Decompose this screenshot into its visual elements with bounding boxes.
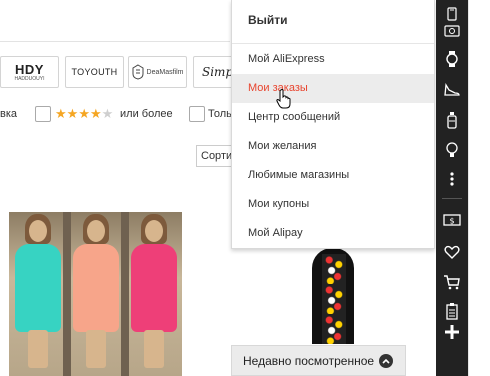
brand-toyouth-logo: TOYOUTH bbox=[71, 67, 118, 77]
crest-icon bbox=[132, 64, 144, 80]
bottle-icon[interactable] bbox=[436, 106, 468, 134]
account-menu-list: Мой AliExpress Мои заказы Центр сообщени… bbox=[232, 44, 434, 248]
menu-item-message-center[interactable]: Центр сообщений bbox=[232, 103, 434, 132]
brand-row: HDY HADDUOUYI TOYOUTH DeaMasfilm Simpl bbox=[0, 56, 232, 88]
menu-item-my-aliexpress[interactable]: Мой AliExpress bbox=[232, 45, 434, 74]
account-dropdown: Выйти Мой AliExpress Мои заказы Центр со… bbox=[231, 0, 435, 249]
product-image[interactable] bbox=[308, 248, 358, 344]
plus-icon[interactable] bbox=[436, 318, 468, 346]
star-empty-icon: ★ bbox=[101, 106, 114, 121]
rating-checkbox[interactable] bbox=[35, 106, 51, 122]
page-right-edge bbox=[468, 0, 490, 376]
model-figure bbox=[67, 212, 125, 376]
filter-row: вка ★ ★ ★ ★ ★ или более Толь bbox=[0, 104, 232, 126]
svg-text:$: $ bbox=[449, 217, 454, 226]
more-icon[interactable] bbox=[436, 165, 468, 193]
rating-suffix-label: или более bbox=[120, 108, 173, 120]
only-label: Толь bbox=[208, 108, 232, 120]
sort-select[interactable]: Сортир bbox=[196, 145, 236, 167]
signout-link[interactable]: Выйти bbox=[232, 0, 434, 44]
menu-item-alipay[interactable]: Мой Alipay bbox=[232, 219, 434, 248]
menu-item-favorite-stores[interactable]: Любимые магазины bbox=[232, 161, 434, 190]
product-image[interactable] bbox=[9, 212, 182, 376]
heart-icon[interactable] bbox=[436, 238, 468, 266]
star-icon: ★ bbox=[78, 106, 90, 121]
rating-stars: ★ ★ ★ ★ ★ bbox=[55, 106, 113, 122]
shoe-icon[interactable] bbox=[436, 76, 468, 104]
cart-icon[interactable] bbox=[436, 268, 468, 296]
only-checkbox[interactable] bbox=[189, 106, 205, 122]
model-figure bbox=[125, 212, 182, 376]
recently-viewed-bar[interactable]: Недавно посмотренное bbox=[231, 345, 406, 376]
recently-viewed-label: Недавно посмотренное bbox=[243, 353, 375, 368]
star-icon: ★ bbox=[89, 106, 102, 121]
top-bar bbox=[0, 0, 230, 42]
brand-simplee-logo: Simpl bbox=[202, 65, 232, 79]
hand-cursor-icon bbox=[276, 89, 291, 109]
brand-simplee[interactable]: Simpl bbox=[193, 56, 232, 88]
menu-item-my-orders[interactable]: Мои заказы bbox=[232, 74, 434, 103]
brand-hdy-logo: HDY bbox=[15, 61, 44, 77]
model-figure bbox=[9, 212, 67, 376]
toolbar-divider bbox=[442, 198, 462, 199]
star-icon: ★ bbox=[55, 106, 67, 121]
filter-shipping-label: вка bbox=[0, 108, 18, 120]
brand-deamasfilm-logo: DeaMasfilm bbox=[146, 68, 184, 76]
brand-deamasfilm[interactable]: DeaMasfilm bbox=[128, 56, 187, 88]
bulb-icon[interactable] bbox=[436, 136, 468, 164]
side-toolbar: $ bbox=[436, 0, 468, 376]
watch-icon[interactable] bbox=[436, 45, 468, 73]
chevron-up-icon[interactable] bbox=[379, 354, 393, 368]
brand-hdy-sub: HADDUOUYI bbox=[14, 75, 45, 82]
coupon-icon[interactable] bbox=[436, 17, 468, 45]
star-icon: ★ bbox=[66, 106, 79, 121]
money-icon[interactable]: $ bbox=[436, 206, 468, 234]
brand-toyouth[interactable]: TOYOUTH bbox=[65, 56, 124, 88]
menu-item-wishlist[interactable]: Мои желания bbox=[232, 132, 434, 161]
menu-item-coupons[interactable]: Мои купоны bbox=[232, 190, 434, 219]
brand-hdy[interactable]: HDY HADDUOUYI bbox=[0, 56, 59, 88]
